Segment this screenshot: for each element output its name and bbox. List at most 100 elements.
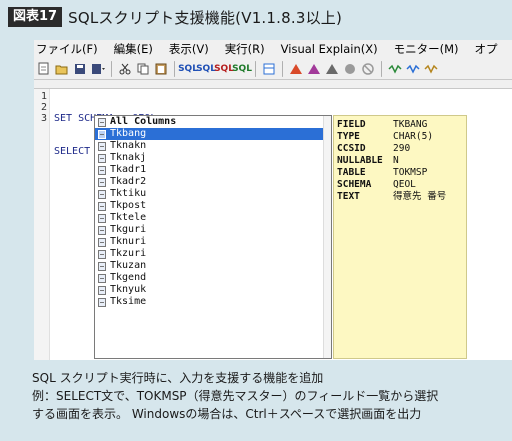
column-item[interactable]: Tknakj xyxy=(95,152,331,164)
column-label: All Columns xyxy=(110,116,177,127)
column-item[interactable]: Tkgend xyxy=(95,272,331,284)
column-icon xyxy=(98,297,106,307)
menu-run[interactable]: 実行(R) xyxy=(225,41,265,57)
cancel-icon[interactable] xyxy=(360,61,376,77)
toolbar: SQL SQL SQL SQL xyxy=(34,58,512,80)
paste-icon[interactable] xyxy=(153,61,169,77)
column-label: Tktele xyxy=(110,212,147,223)
stop-icon[interactable] xyxy=(342,61,358,77)
column-icon xyxy=(98,225,106,235)
column-label: Tkadr2 xyxy=(110,176,147,187)
column-icon xyxy=(98,261,106,271)
info-value: N xyxy=(393,155,399,166)
info-key: TEXT xyxy=(337,191,360,202)
column-item[interactable]: Tknyuk xyxy=(95,284,331,296)
column-item[interactable]: Tknakn xyxy=(95,140,331,152)
save-dropdown-icon[interactable] xyxy=(90,61,106,77)
figure-title: SQLスクリプト支援機能(V1.1.8.3以上) xyxy=(68,8,343,27)
info-row: SCHEMA QEOL xyxy=(337,179,463,191)
all-columns-item[interactable]: All Columns xyxy=(95,116,331,128)
menu-view[interactable]: 表示(V) xyxy=(169,41,209,57)
info-row: CCSID 290 xyxy=(337,143,463,155)
line-number: 2 xyxy=(40,102,47,113)
column-item[interactable]: Tkpost xyxy=(95,200,331,212)
info-key: FIELD xyxy=(337,119,366,130)
autocomplete-popup: All Columns Tkbang Tknakn Tknakj Tkadr1 Tkadr… xyxy=(94,115,332,359)
column-item[interactable]: Tktele xyxy=(95,212,331,224)
line-number: 1 xyxy=(40,91,47,102)
connection-icon[interactable] xyxy=(387,61,403,77)
column-label: Tkzuri xyxy=(110,248,147,259)
caption-line: 例：SELECT文で、TOKMSP（得意先マスター）のフィールド一覧から選択 xyxy=(32,389,439,403)
disconnect-icon[interactable] xyxy=(423,61,439,77)
results-icon[interactable] xyxy=(261,61,277,77)
column-item[interactable]: Tkadr2 xyxy=(95,176,331,188)
column-icon xyxy=(98,201,106,211)
column-icon xyxy=(98,141,106,151)
info-key: NULLABLE xyxy=(337,155,383,166)
sql-editor[interactable]: 1 2 3 SET SCHEMA = QEOL; SELECT FROM Tok… xyxy=(34,88,512,360)
line-number: 3 xyxy=(40,113,47,124)
column-info-panel: FIELD TKBANG TYPE CHAR(5) CCSID 290 NULLABLE N T… xyxy=(333,115,467,359)
sql-run-all-icon[interactable]: SQL xyxy=(178,61,198,77)
save-icon[interactable] xyxy=(72,61,88,77)
toolbar-separator xyxy=(282,60,283,77)
popup-scrollbar[interactable] xyxy=(323,116,331,358)
open-folder-icon[interactable] xyxy=(54,61,70,77)
column-label: Tkbang xyxy=(110,128,147,139)
info-key: TYPE xyxy=(337,131,360,142)
sql-run-selected-icon[interactable]: SQL xyxy=(214,61,234,77)
info-key: SCHEMA xyxy=(337,179,372,190)
info-row: TEXT 得意先 番号 xyxy=(337,191,463,203)
menubar: ファイル(F) 編集(E) 表示(V) 実行(R) Visual Explain… xyxy=(34,40,512,58)
caption-line: する画面を表示。 Windowsの場合は、Ctrl＋スペースで選択画面を出力 xyxy=(32,407,422,421)
sql-check-icon[interactable]: SQL xyxy=(232,61,252,77)
menu-visual-explain[interactable]: Visual Explain(X) xyxy=(281,42,378,56)
info-value: QEOL xyxy=(393,179,416,190)
column-label: Tknyuk xyxy=(110,284,147,295)
line-number-gutter: 1 2 3 xyxy=(34,89,50,360)
sql-run-from-icon[interactable]: SQL xyxy=(196,61,216,77)
column-item[interactable]: Tksime xyxy=(95,296,331,308)
figure-caption: SQL スクリプト実行時に、入力を支援する機能を追加 例：SELECT文で、TO… xyxy=(32,369,502,423)
column-label: Tkadr1 xyxy=(110,164,147,175)
new-file-icon[interactable] xyxy=(36,61,52,77)
column-label: Tknakj xyxy=(110,152,147,163)
column-item[interactable]: Tkzuri xyxy=(95,248,331,260)
toolbar-separator xyxy=(174,60,175,77)
column-icon xyxy=(98,117,106,127)
info-value: TOKMSP xyxy=(393,167,428,178)
connection-settings-icon[interactable] xyxy=(405,61,421,77)
run-explain-icon[interactable] xyxy=(306,61,322,77)
column-icon xyxy=(98,153,106,163)
column-icon xyxy=(98,237,106,247)
info-row: TABLE TOKMSP xyxy=(337,167,463,179)
column-label: Tksime xyxy=(110,296,147,307)
menu-monitor[interactable]: モニター(M) xyxy=(394,41,459,57)
info-value: 得意先 番号 xyxy=(393,191,447,202)
column-item[interactable]: Tkguri xyxy=(95,224,331,236)
column-item[interactable]: Tkuzan xyxy=(95,260,331,272)
cut-icon[interactable] xyxy=(117,61,133,77)
visual-explain-icon[interactable] xyxy=(324,61,340,77)
toolbar-separator xyxy=(255,60,256,77)
column-label: Tknakn xyxy=(110,140,147,151)
column-icon xyxy=(98,189,106,199)
info-key: TABLE xyxy=(337,167,366,178)
menu-edit[interactable]: 編集(E) xyxy=(114,41,153,57)
explain-icon[interactable] xyxy=(288,61,304,77)
column-icon xyxy=(98,249,106,259)
column-item[interactable]: Tktiku xyxy=(95,188,331,200)
column-item[interactable]: Tkadr1 xyxy=(95,164,331,176)
caption-line: SQL スクリプト実行時に、入力を支援する機能を追加 xyxy=(32,371,324,385)
menu-file[interactable]: ファイル(F) xyxy=(36,41,98,57)
column-icon xyxy=(98,285,106,295)
column-item[interactable]: Tkbang xyxy=(95,128,331,140)
info-row: TYPE CHAR(5) xyxy=(337,131,463,143)
menu-options[interactable]: オプ xyxy=(475,41,498,57)
column-item[interactable]: Tknuri xyxy=(95,236,331,248)
sql-script-window: ファイル(F) 編集(E) 表示(V) 実行(R) Visual Explain… xyxy=(34,40,512,360)
column-label: Tktiku xyxy=(110,188,147,199)
toolbar-separator xyxy=(111,60,112,77)
copy-icon[interactable] xyxy=(135,61,151,77)
